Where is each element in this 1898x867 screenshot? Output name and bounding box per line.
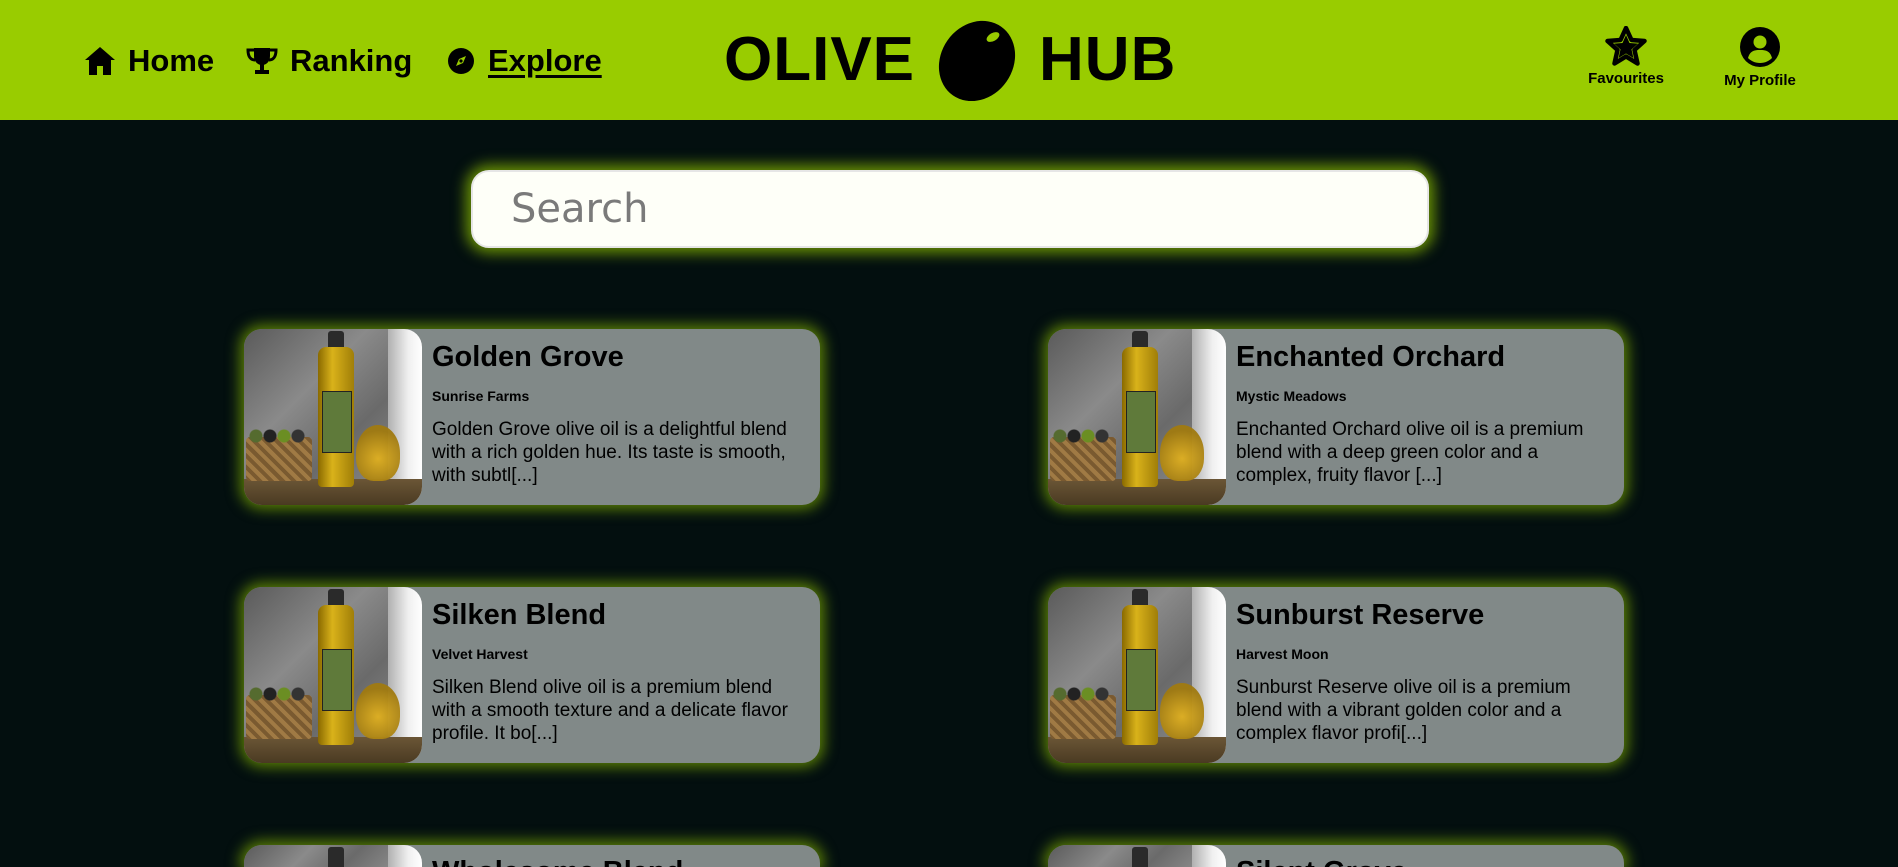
oil-description: Sunburst Reserve olive oil is a premium … bbox=[1236, 677, 1571, 744]
brand-logo[interactable]: OLIVE HUB bbox=[724, 14, 1176, 104]
favourites-label: Favourites bbox=[1588, 70, 1664, 87]
oil-card-silken-blend[interactable]: Silken Blend Velvet Harvest Silken Blend… bbox=[244, 587, 820, 763]
nav-ranking-label: Ranking bbox=[290, 43, 413, 78]
logo-text-left: OLIVE bbox=[724, 24, 916, 94]
oil-description: Golden Grove olive oil is a delightful b… bbox=[432, 419, 787, 486]
oil-name: Enchanted Orchard bbox=[1236, 341, 1506, 373]
favourites-button[interactable]: Favourites bbox=[1566, 26, 1686, 87]
my-profile-label: My Profile bbox=[1724, 72, 1796, 89]
search-input[interactable] bbox=[471, 170, 1429, 248]
user-circle-icon bbox=[1739, 26, 1781, 72]
top-navigation-bar: Home Ranking Explore OLIVE HUB Favourite… bbox=[0, 0, 1898, 120]
oil-card-golden-grove[interactable]: Golden Grove Sunrise Farms Golden Grove … bbox=[244, 329, 820, 505]
oil-name: Wholesome Blend bbox=[432, 855, 683, 867]
olive-icon bbox=[935, 17, 1019, 101]
nav-home[interactable]: Home bbox=[84, 40, 214, 82]
olive-oil-product-image bbox=[1048, 845, 1226, 867]
oil-name: Silent Grove bbox=[1236, 855, 1407, 867]
logo-text-right: HUB bbox=[1039, 24, 1177, 94]
trophy-icon bbox=[246, 46, 278, 76]
oil-description: Silken Blend olive oil is a premium blen… bbox=[432, 677, 788, 744]
compass-icon bbox=[446, 46, 476, 76]
olive-oil-product-image bbox=[244, 587, 422, 763]
oil-producer: Velvet Harvest bbox=[432, 646, 528, 662]
oil-producer: Harvest Moon bbox=[1236, 646, 1329, 662]
olive-oil-product-image bbox=[244, 845, 422, 867]
oil-card-sunburst-reserve[interactable]: Sunburst Reserve Harvest Moon Sunburst R… bbox=[1048, 587, 1624, 763]
star-icon bbox=[1605, 26, 1647, 70]
olive-oil-product-image bbox=[1048, 587, 1226, 763]
oil-name: Golden Grove bbox=[432, 341, 624, 373]
oil-card-enchanted-orchard[interactable]: Enchanted Orchard Mystic Meadows Enchant… bbox=[1048, 329, 1624, 505]
oil-name: Sunburst Reserve bbox=[1236, 599, 1485, 631]
oil-producer: Mystic Meadows bbox=[1236, 388, 1347, 404]
nav-explore[interactable]: Explore bbox=[446, 40, 602, 82]
oil-card-wholesome-blend[interactable]: Wholesome Blend bbox=[244, 845, 820, 867]
oil-name: Silken Blend bbox=[432, 599, 607, 631]
nav-ranking[interactable]: Ranking bbox=[246, 40, 412, 82]
olive-oil-product-image bbox=[1048, 329, 1226, 505]
oil-description: Enchanted Orchard olive oil is a premium… bbox=[1236, 419, 1584, 486]
oil-card-silent-grove[interactable]: Silent Grove bbox=[1048, 845, 1624, 867]
home-icon bbox=[84, 46, 116, 76]
nav-home-label: Home bbox=[128, 43, 215, 78]
my-profile-button[interactable]: My Profile bbox=[1700, 26, 1820, 89]
oil-producer: Sunrise Farms bbox=[432, 388, 530, 404]
olive-oil-product-image bbox=[244, 329, 422, 505]
nav-explore-label: Explore bbox=[488, 43, 602, 78]
